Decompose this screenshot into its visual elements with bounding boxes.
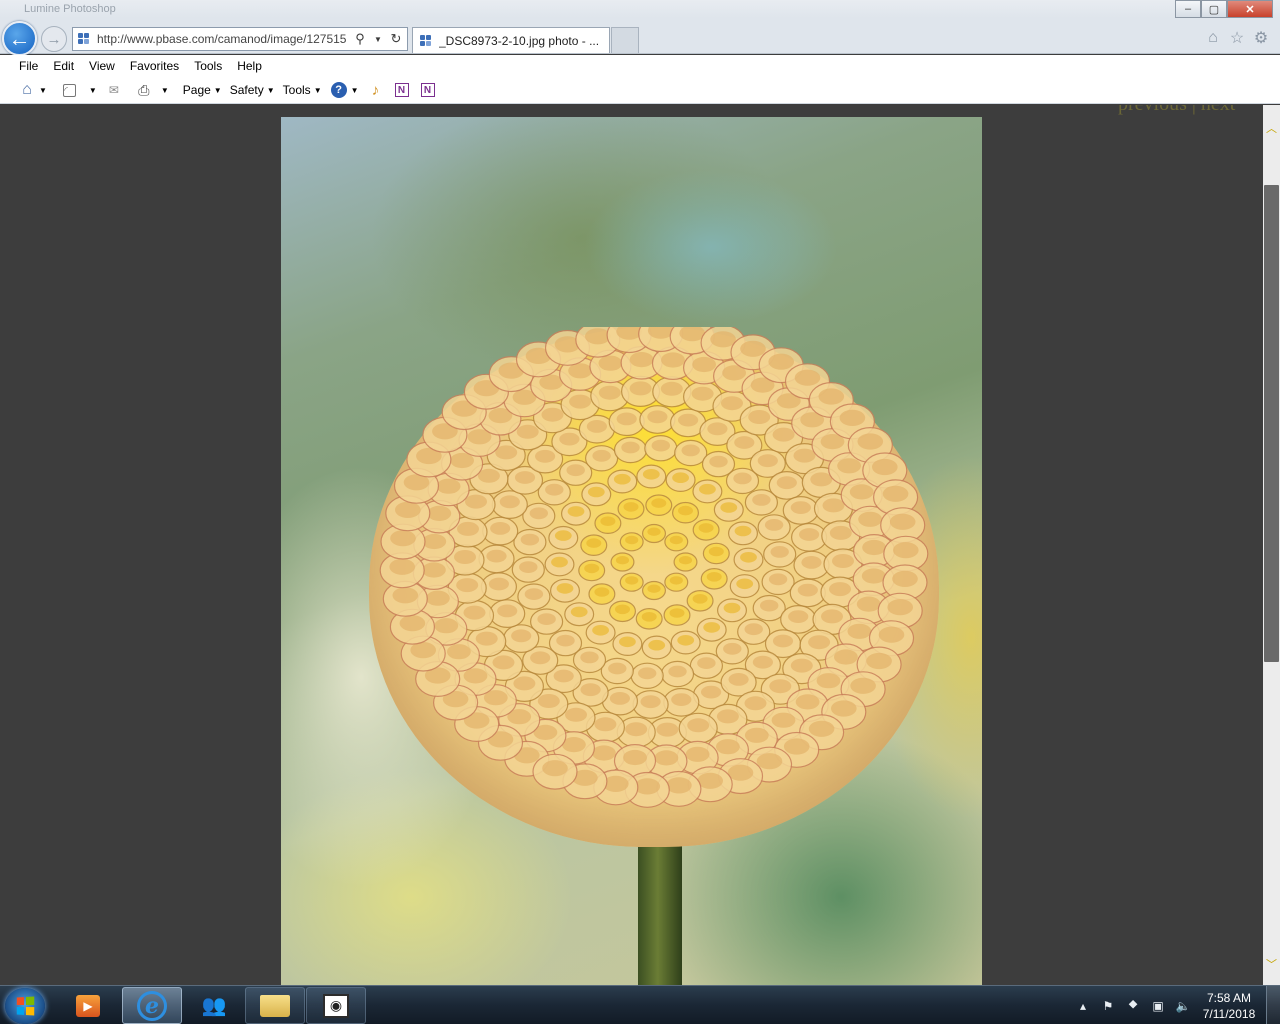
clock-date: 7/11/2018 xyxy=(1202,1007,1256,1021)
chevron-down-icon: ▼ xyxy=(213,85,222,95)
taskbar-file-explorer[interactable] xyxy=(245,987,305,1024)
menu-bar: File Edit View Favorites Tools Help xyxy=(0,55,1280,77)
browser-title-bar: Lumine Photoshop ← → http://www.pbase.co… xyxy=(0,0,1280,56)
rss-feed-icon: ◜ xyxy=(63,83,77,97)
address-dropdown-icon[interactable]: ▼ xyxy=(369,35,387,44)
help-icon: ? xyxy=(330,82,347,98)
refresh-icon[interactable]: ↻ xyxy=(387,31,405,47)
home-icon[interactable]: ⌂ xyxy=(1204,28,1222,48)
show-hidden-icons-icon[interactable]: ▴ xyxy=(1075,999,1091,1013)
minimize-button[interactable]: ‒ xyxy=(1175,0,1201,18)
command-bar: ⌂ ▼ ◜ ▼ ✉ ⎙ ▼ Page ▼ Safety ▼ Tools ▼ ? ▼ ♪ N N xyxy=(0,77,1280,104)
taskbar-internet-explorer[interactable]: e xyxy=(122,987,182,1024)
research-icon: ♪ xyxy=(371,81,380,99)
windows-logo-icon xyxy=(16,996,35,1016)
read-mail-button[interactable]: ✉ xyxy=(105,81,123,99)
address-bar[interactable]: http://www.pbase.com/camanod/image/12751… xyxy=(72,27,408,51)
menu-favorites[interactable]: Favorites xyxy=(130,59,179,73)
tools-menu-button[interactable]: Tools ▼ xyxy=(283,83,322,97)
clock-time: 7:58 AM xyxy=(1206,991,1252,1005)
back-button[interactable]: ← xyxy=(2,21,37,56)
page-menu-label: Page xyxy=(182,83,211,97)
action-center-flag-icon[interactable]: ⚑ xyxy=(1100,999,1116,1013)
page-content: previous | next xyxy=(0,105,1263,985)
home-button[interactable]: ⌂ ▼ xyxy=(18,81,47,99)
dahlia-photo[interactable] xyxy=(281,117,982,985)
onenote-icon: N xyxy=(394,83,409,97)
home-icon: ⌂ xyxy=(22,81,32,98)
dahlia-petals xyxy=(379,327,929,808)
forward-arrow-icon: → xyxy=(46,30,62,48)
feeds-dropdown-icon[interactable]: ▼ xyxy=(89,86,97,95)
tab-title: _DSC8973-2-10.jpg photo - ... xyxy=(439,33,600,48)
folder-icon xyxy=(260,994,290,1017)
tools-menu-label: Tools xyxy=(282,83,311,97)
help-button[interactable]: ? ▼ xyxy=(330,81,359,99)
eye-icon: ◉ xyxy=(323,993,349,1018)
home-dropdown-icon[interactable]: ▼ xyxy=(39,86,47,95)
close-button[interactable]: ✕ xyxy=(1227,0,1273,18)
taskbar-media-player[interactable]: ▶ xyxy=(58,987,118,1024)
onenote-icon: N xyxy=(420,83,435,97)
previous-next-links[interactable]: previous | next xyxy=(1118,105,1235,116)
scroll-up-arrow-icon[interactable]: ︿ xyxy=(1263,119,1280,136)
system-tray: ▴ ⚑ ⯁ ▣ 🔈 xyxy=(1075,986,1191,1024)
menu-help[interactable]: Help xyxy=(237,59,262,73)
back-arrow-icon: ← xyxy=(8,25,31,51)
window-controls: ‒ ▢ ✕ xyxy=(1175,0,1273,18)
menu-file[interactable]: File xyxy=(19,59,38,73)
new-tab-button[interactable] xyxy=(611,27,639,53)
system-clock[interactable]: 7:58 AM 7/11/2018 xyxy=(1196,990,1262,1022)
chevron-down-icon: ▼ xyxy=(266,85,275,95)
restore-button[interactable]: ▢ xyxy=(1201,0,1227,18)
windows-taskbar: ▶ e 👥 ◉ ▴ ⚑ ⯁ ▣ 🔈 7:58 AM 7/11/2018 xyxy=(0,985,1280,1024)
chevron-down-icon: ▼ xyxy=(313,85,322,95)
tab-favicon-icon xyxy=(419,34,433,48)
menu-view[interactable]: View xyxy=(89,59,115,73)
start-button[interactable] xyxy=(5,988,45,1024)
volume-muted-icon[interactable]: 🔈 xyxy=(1175,999,1191,1013)
search-icon[interactable]: ⚲ xyxy=(351,31,369,47)
vertical-scrollbar[interactable]: ︿ ﹀ xyxy=(1263,105,1280,985)
internet-explorer-icon: e xyxy=(137,990,167,1021)
site-favicon-icon xyxy=(77,32,91,46)
page-menu-button[interactable]: Page ▼ xyxy=(183,83,222,97)
browser-tab-active[interactable]: _DSC8973-2-10.jpg photo - ... xyxy=(412,27,610,53)
feeds-button[interactable]: ◜ ▼ xyxy=(61,81,97,99)
scrollbar-thumb[interactable] xyxy=(1264,185,1279,662)
network-icon[interactable]: ▣ xyxy=(1150,999,1166,1013)
settings-gear-icon[interactable]: ⚙ xyxy=(1252,28,1270,48)
people-icon: 👥 xyxy=(201,995,227,1017)
forward-button[interactable]: → xyxy=(41,26,67,52)
print-dropdown-icon[interactable]: ▼ xyxy=(161,86,169,95)
address-url[interactable]: http://www.pbase.com/camanod/image/12751… xyxy=(97,32,351,46)
print-button[interactable]: ⎙ ▼ xyxy=(135,81,169,99)
scroll-down-arrow-icon[interactable]: ﹀ xyxy=(1263,955,1280,972)
taskbar-contacts[interactable]: 👥 xyxy=(184,987,244,1024)
media-player-icon: ▶ xyxy=(76,994,100,1017)
onenote-linked-button[interactable]: N xyxy=(393,81,411,99)
browser-right-icons: ⌂ ☆ ⚙ xyxy=(1204,28,1270,48)
help-dropdown-icon[interactable]: ▼ xyxy=(351,86,359,95)
taskbar-photo-app[interactable]: ◉ xyxy=(306,987,366,1024)
favorites-star-icon[interactable]: ☆ xyxy=(1228,28,1246,48)
menu-tools[interactable]: Tools xyxy=(194,59,222,73)
dropbox-icon[interactable]: ⯁ xyxy=(1125,998,1141,1013)
mail-icon: ✉ xyxy=(108,83,119,97)
safety-menu-button[interactable]: Safety ▼ xyxy=(230,83,275,97)
menu-edit[interactable]: Edit xyxy=(53,59,74,73)
show-desktop-button[interactable] xyxy=(1266,986,1280,1024)
research-button[interactable]: ♪ xyxy=(367,81,385,99)
window-title: Lumine Photoshop xyxy=(24,3,116,15)
printer-icon: ⎙ xyxy=(138,81,150,98)
send-to-onenote-button[interactable]: N xyxy=(419,81,437,99)
safety-menu-label: Safety xyxy=(229,83,264,97)
